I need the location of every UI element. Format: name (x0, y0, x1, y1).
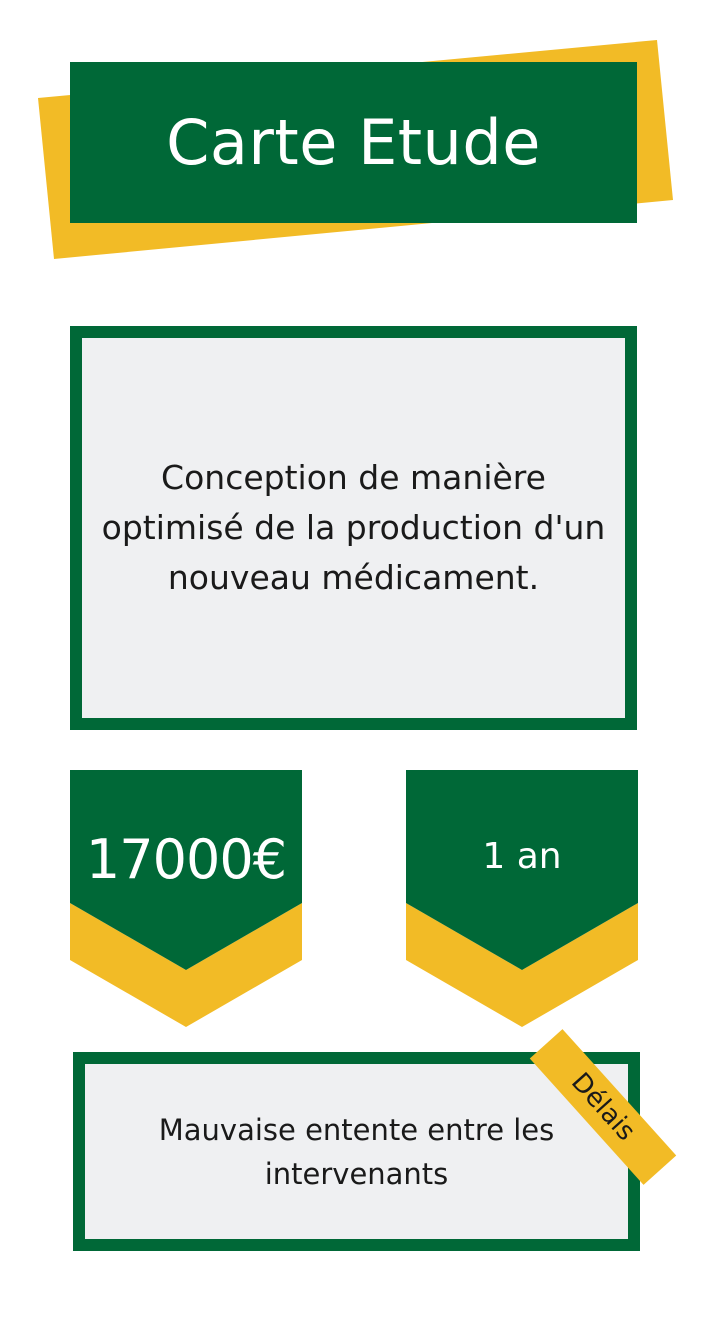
risk-text: Mauvaise entente entre les intervenants (158, 1112, 555, 1191)
page-title: Carte Etude (166, 106, 541, 179)
title-banner: Carte Etude (70, 62, 637, 223)
duration-value: 1 an (482, 836, 562, 877)
duration-chevron-shape (406, 770, 638, 1027)
duration-chevron: 1 an (406, 770, 638, 1027)
budget-chevron-shape (70, 770, 302, 1027)
description-panel: Conception de manière optimisé de la pro… (70, 326, 637, 730)
budget-value: 17000€ (85, 828, 287, 891)
budget-chevron: 17000€ (70, 770, 302, 1027)
description-text: Conception de manière optimisé de la pro… (101, 458, 606, 597)
